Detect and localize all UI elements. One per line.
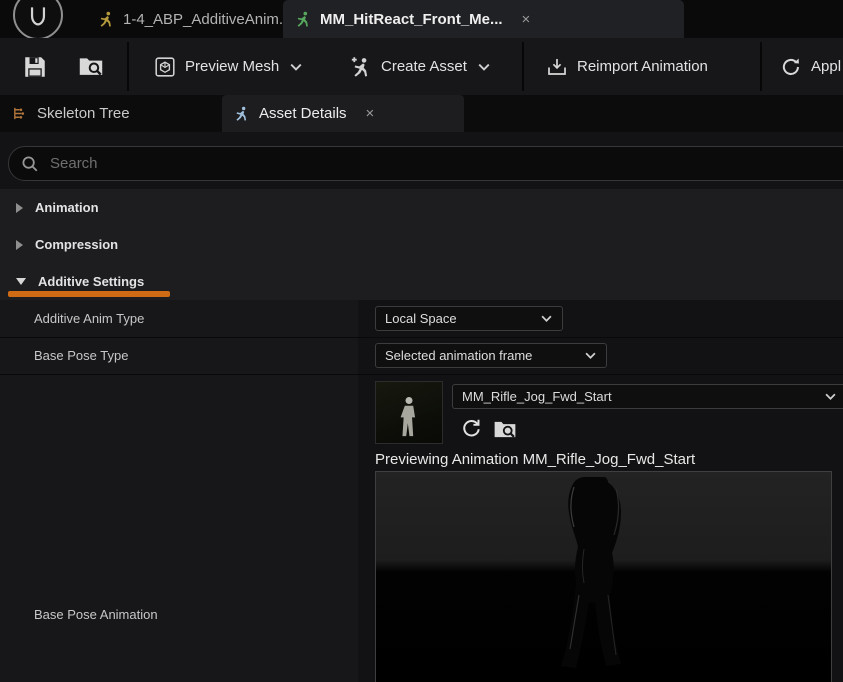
row-divider <box>0 337 843 338</box>
skeleton-tree-icon <box>12 106 28 122</box>
tab-skeleton-tree[interactable]: Skeleton Tree <box>0 95 214 132</box>
prop-label-base-pose-animation: Base Pose Animation <box>34 607 158 622</box>
search-box <box>8 146 843 181</box>
thumbnail-character-figure <box>400 397 416 437</box>
chevron-down-icon <box>585 352 597 360</box>
toolbar-separator <box>522 42 524 91</box>
chevron-down-icon <box>825 393 837 401</box>
anim-blueprint-icon <box>98 11 114 27</box>
section-compression[interactable]: Compression <box>0 226 843 264</box>
tab-label: Asset Details <box>259 105 347 122</box>
search-row <box>0 132 843 190</box>
unreal-animation-editor: 1-4_ABP_AdditiveAnim... MM_HitReact_Fron… <box>0 0 843 682</box>
asset-thumbnail[interactable] <box>375 381 443 444</box>
dropdown-value: MM_Rifle_Jog_Fwd_Start <box>462 389 612 404</box>
save-icon <box>22 54 48 80</box>
apply-icon <box>780 56 802 78</box>
preview-mesh-icon <box>154 56 176 78</box>
unreal-u-glyph <box>30 7 46 26</box>
folder-search-icon <box>78 54 104 80</box>
use-selected-asset-icon <box>463 419 480 437</box>
prop-label-base-pose-type: Base Pose Type <box>34 348 129 363</box>
search-input[interactable] <box>48 154 843 173</box>
search-icon <box>21 155 39 173</box>
chevron-down-icon <box>478 63 490 71</box>
section-label: Animation <box>35 200 99 215</box>
additive-anim-type-dropdown[interactable]: Local Space <box>375 306 563 331</box>
doc-tab-label: MM_HitReact_Front_Me... <box>320 10 503 28</box>
prop-label-additive-anim-type: Additive Anim Type <box>34 311 145 326</box>
toolbar-separator <box>127 42 129 91</box>
chevron-right-icon <box>16 202 23 213</box>
close-tab-icon[interactable]: × <box>522 12 531 27</box>
apply-label: Appl <box>811 58 842 75</box>
create-asset-label: Create Asset <box>381 58 467 75</box>
preview-mesh-button[interactable]: Preview Mesh <box>146 46 310 87</box>
doc-tab-abp-additiveanim[interactable]: 1-4_ABP_AdditiveAnim... <box>86 0 307 38</box>
reimport-animation-label: Reimport Animation <box>577 58 708 75</box>
browse-to-asset-in-content-browser-button[interactable] <box>492 416 518 442</box>
reimport-animation-button[interactable]: Reimport Animation <box>538 46 716 87</box>
panel-tabbar: Skeleton Tree Asset Details × <box>0 95 843 132</box>
unreal-logo <box>13 0 63 40</box>
animation-preview-viewport[interactable] <box>375 471 832 682</box>
doc-tab-label: 1-4_ABP_AdditiveAnim... <box>123 10 292 28</box>
tab-label: Skeleton Tree <box>37 105 130 122</box>
chevron-down-icon <box>290 63 302 71</box>
create-asset-icon <box>350 56 372 78</box>
section-animation[interactable]: Animation <box>0 189 843 227</box>
document-tabbar: 1-4_ABP_AdditiveAnim... MM_HitReact_Fron… <box>0 0 843 40</box>
close-panel-icon[interactable]: × <box>366 106 375 121</box>
base-pose-type-dropdown[interactable]: Selected animation frame <box>375 343 607 368</box>
preview-mesh-label: Preview Mesh <box>185 58 280 75</box>
previewing-animation-caption: Previewing Animation MM_Rifle_Jog_Fwd_St… <box>375 451 696 468</box>
folder-search-icon <box>494 421 516 438</box>
section-label: Compression <box>35 237 119 252</box>
asset-details-icon <box>234 106 250 122</box>
toolbar: Preview Mesh Create Asset Reimport Anima… <box>0 38 843 96</box>
reimport-icon <box>546 56 568 78</box>
anim-sequence-icon <box>295 11 311 27</box>
active-section-underline <box>8 291 170 297</box>
tab-asset-details[interactable]: Asset Details × <box>222 95 464 132</box>
use-selected-asset-button[interactable] <box>458 416 484 442</box>
chevron-down-icon <box>16 278 26 285</box>
chevron-right-icon <box>16 239 23 250</box>
section-label: Additive Settings <box>38 274 145 289</box>
base-pose-animation-dropdown[interactable]: MM_Rifle_Jog_Fwd_Start <box>452 384 843 409</box>
toolbar-separator <box>760 42 762 91</box>
browse-to-asset-button[interactable] <box>70 46 112 87</box>
row-divider <box>0 374 843 375</box>
apply-button[interactable]: Appl <box>772 46 843 87</box>
save-button[interactable] <box>14 46 56 87</box>
preview-character-silhouette <box>561 477 621 668</box>
create-asset-button[interactable]: Create Asset <box>342 46 498 87</box>
doc-tab-hitreact[interactable]: MM_HitReact_Front_Me... × <box>283 0 684 38</box>
dropdown-value: Selected animation frame <box>385 348 533 363</box>
chevron-down-icon <box>541 315 553 323</box>
dropdown-value: Local Space <box>385 311 457 326</box>
